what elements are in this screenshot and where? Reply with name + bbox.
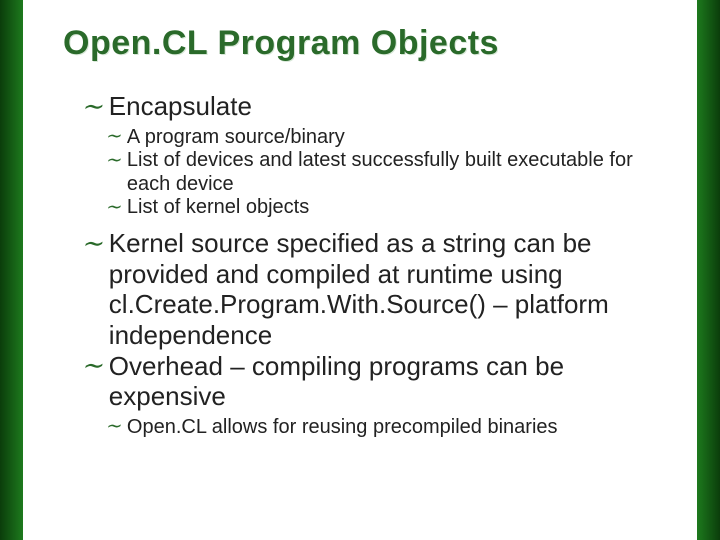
- bullet-overhead: ∼ Overhead – compiling programs can be e…: [81, 351, 659, 412]
- bullet-text: Kernel source specified as a string can …: [109, 228, 659, 351]
- bullet-text: A program source/binary: [127, 126, 345, 150]
- subbullet-devices: ∼ List of devices and latest successfull…: [105, 149, 659, 196]
- bullet-text: Encapsulate: [109, 91, 252, 122]
- subbullet-reuse: ∼ Open.CL allows for reusing precompiled…: [105, 416, 659, 440]
- tilde-icon: ∼: [105, 150, 121, 172]
- subbullet-kernels: ∼ List of kernel objects: [105, 196, 659, 220]
- tilde-icon: ∼: [81, 92, 103, 123]
- bullet-text: Overhead – compiling programs can be exp…: [109, 351, 659, 412]
- bullet-encapsulate: ∼ Encapsulate: [81, 91, 659, 122]
- bullet-kernel-source: ∼ Kernel source specified as a string ca…: [81, 228, 659, 351]
- tilde-icon: ∼: [105, 197, 121, 219]
- tilde-icon: ∼: [105, 416, 121, 438]
- slide: Open.CL Program Objects ∼ Encapsulate ∼ …: [0, 0, 720, 540]
- slide-title: Open.CL Program Objects: [63, 24, 659, 63]
- bullet-text: Open.CL allows for reusing precompiled b…: [127, 416, 558, 440]
- bullet-text: List of kernel objects: [127, 196, 309, 220]
- subbullet-source: ∼ A program source/binary: [105, 126, 659, 150]
- tilde-icon: ∼: [81, 351, 103, 382]
- slide-content: Open.CL Program Objects ∼ Encapsulate ∼ …: [23, 0, 697, 540]
- bullet-text: List of devices and latest successfully …: [127, 149, 659, 196]
- tilde-icon: ∼: [81, 229, 103, 260]
- tilde-icon: ∼: [105, 126, 121, 148]
